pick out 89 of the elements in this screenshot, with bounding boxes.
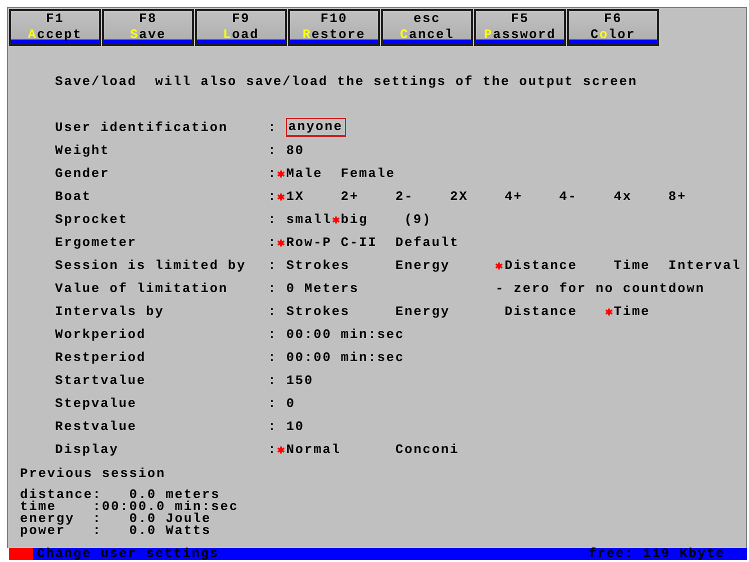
option-item[interactable]: Male bbox=[277, 166, 323, 181]
setting-value: 0 bbox=[286, 396, 296, 411]
colon-separator: : bbox=[268, 189, 278, 204]
colon-separator: : bbox=[268, 350, 278, 365]
colon-separator: : bbox=[268, 281, 278, 296]
colon-separator: : bbox=[268, 373, 278, 388]
intro-text: Save/load will also save/load the settings of the output screen bbox=[55, 73, 638, 91]
colon-separator: : bbox=[268, 327, 278, 342]
setting-label: Gender bbox=[55, 166, 111, 181]
note-text: (9) bbox=[404, 212, 432, 227]
function-key-button[interactable]: F6 Color bbox=[567, 9, 659, 46]
selected-marker-icon bbox=[277, 170, 286, 178]
option-item[interactable]: Interval bbox=[659, 258, 742, 273]
setting-value: 80 bbox=[286, 143, 304, 158]
setting-value: 10 bbox=[286, 419, 304, 434]
setting-value: 00:00 min:sec bbox=[286, 350, 405, 365]
option-item[interactable]: Strokes bbox=[277, 258, 350, 273]
status-indicator bbox=[9, 548, 33, 560]
setting-label: Display bbox=[55, 442, 120, 457]
status-message: Change user settings bbox=[37, 548, 220, 560]
session-stat: energy : 0.0 Joule bbox=[20, 513, 212, 525]
colon-separator: : bbox=[268, 304, 278, 319]
selected-marker-icon bbox=[277, 238, 286, 246]
option-item[interactable]: 2- bbox=[386, 189, 414, 204]
setting-label: Workperiod bbox=[55, 327, 148, 342]
setting-label: Weight bbox=[55, 143, 111, 158]
option-item[interactable]: Distance bbox=[495, 258, 578, 273]
selected-marker-icon bbox=[277, 446, 286, 454]
function-key-button[interactable]: esc Cancel bbox=[381, 9, 473, 46]
colon-separator: : bbox=[268, 143, 278, 158]
option-item[interactable]: big bbox=[332, 212, 368, 227]
setting-label: Startvalue bbox=[55, 373, 148, 388]
option-item[interactable]: Time bbox=[604, 258, 650, 273]
session-stat: time :00:00.0 min:sec bbox=[20, 501, 240, 513]
colon-separator: : bbox=[268, 166, 278, 181]
setting-label: Ergometer bbox=[55, 235, 138, 250]
colon-separator: : bbox=[268, 442, 278, 457]
colon-separator: : bbox=[268, 212, 278, 227]
input-field[interactable]: anyone bbox=[286, 118, 346, 137]
setting-label: Restperiod bbox=[55, 350, 148, 365]
option-item[interactable]: 2X bbox=[440, 189, 468, 204]
setting-label: Value of limitation bbox=[55, 281, 229, 296]
function-key-button[interactable]: F1 Accept bbox=[9, 9, 101, 46]
memory-status: free: 119 Kbyte bbox=[588, 548, 725, 560]
function-key-button[interactable]: F8 Save bbox=[102, 9, 194, 46]
option-item[interactable]: Row-P bbox=[277, 235, 332, 250]
option-item[interactable]: small bbox=[277, 212, 332, 227]
option-item[interactable]: Strokes bbox=[277, 304, 350, 319]
function-key-button[interactable]: F9 Load bbox=[195, 9, 287, 46]
function-key-button[interactable]: F10 Restore bbox=[288, 9, 380, 46]
selected-marker-icon bbox=[495, 262, 504, 270]
option-item[interactable]: Female bbox=[332, 166, 396, 181]
option-item[interactable]: Time bbox=[604, 304, 650, 319]
setting-label: Boat bbox=[55, 189, 92, 204]
option-item[interactable]: Normal bbox=[277, 442, 341, 457]
option-item[interactable]: 8+ bbox=[659, 189, 687, 204]
option-item[interactable]: 4+ bbox=[495, 189, 523, 204]
selected-marker-icon bbox=[277, 192, 286, 200]
colon-separator: : bbox=[268, 419, 278, 434]
selected-marker-icon bbox=[332, 216, 340, 224]
option-item[interactable]: Energy bbox=[386, 304, 450, 319]
option-item[interactable]: 1X bbox=[277, 189, 304, 204]
setting-value: 0 Meters bbox=[286, 281, 359, 296]
setting-label: Session is limited by bbox=[55, 258, 248, 273]
colon-separator: : bbox=[268, 258, 278, 273]
session-stat: power : 0.0 Watts bbox=[20, 525, 212, 537]
colon-separator: : bbox=[268, 396, 278, 411]
setting-label: Intervals by bbox=[55, 304, 166, 319]
option-item[interactable]: 4- bbox=[550, 189, 578, 204]
option-item[interactable]: Conconi bbox=[386, 442, 460, 457]
setting-label: Restvalue bbox=[55, 419, 138, 434]
option-item[interactable]: 2+ bbox=[332, 189, 359, 204]
option-item[interactable]: Energy bbox=[386, 258, 450, 273]
setting-label: Sprocket bbox=[55, 212, 129, 227]
setting-label: User identification bbox=[55, 120, 229, 135]
selected-marker-icon bbox=[604, 308, 613, 316]
session-stat: distance: 0.0 meters bbox=[20, 489, 220, 501]
option-item[interactable]: C-II bbox=[332, 235, 378, 250]
note-text: - zero for no countdown bbox=[495, 281, 705, 296]
colon-separator: : bbox=[268, 120, 278, 135]
option-item[interactable]: Default bbox=[386, 235, 460, 250]
setting-label: Stepvalue bbox=[55, 396, 138, 411]
function-key-button[interactable]: F5 Password bbox=[474, 9, 566, 46]
colon-separator: : bbox=[268, 235, 278, 250]
option-item[interactable]: 4x bbox=[604, 189, 632, 204]
setting-value: 150 bbox=[286, 373, 314, 388]
setting-value: 00:00 min:sec bbox=[286, 327, 405, 342]
option-item[interactable]: Distance bbox=[495, 304, 578, 319]
section-title: Previous session bbox=[20, 465, 167, 483]
